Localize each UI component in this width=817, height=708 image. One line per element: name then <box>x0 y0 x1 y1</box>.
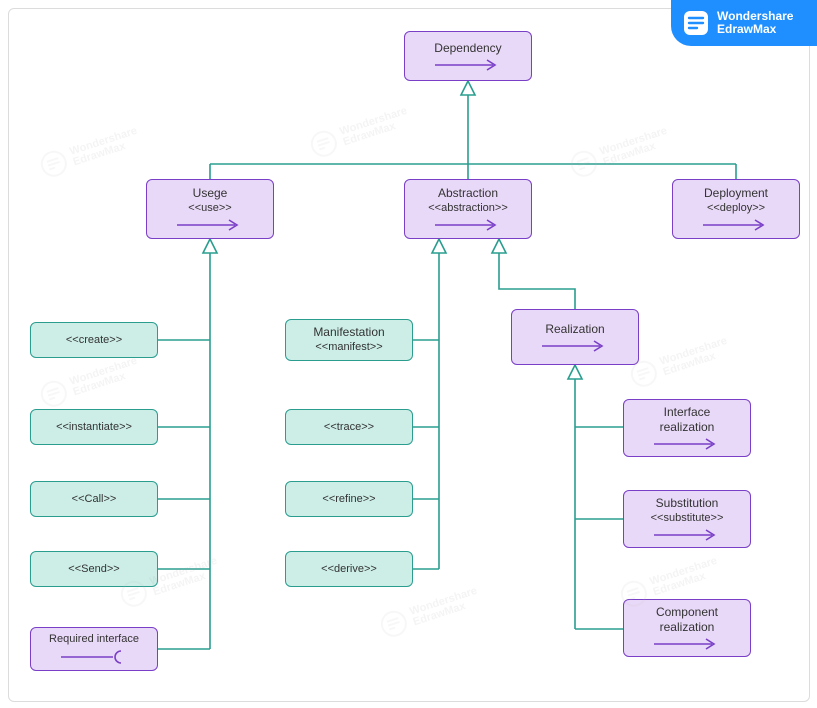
node-stereo: <<deploy>> <box>707 202 765 216</box>
node-instantiate[interactable]: <<instantiate>> <box>30 409 158 445</box>
brand-line2: EdrawMax <box>717 23 793 36</box>
node-stereo: <<refine>> <box>322 493 375 507</box>
node-stereo: <<manifest>> <box>315 341 382 355</box>
node-title: Usege <box>193 186 228 201</box>
node-stereo: <<trace>> <box>324 421 374 435</box>
arrow-solid-icon <box>175 218 245 232</box>
watermark-icon: WondershareEdrawMax <box>377 584 482 640</box>
watermark-icon: WondershareEdrawMax <box>37 124 142 180</box>
node-stereo: <<use>> <box>188 202 231 216</box>
node-title: Required interface <box>49 633 139 647</box>
arrow-solid-icon <box>540 339 610 353</box>
node-title: Manifestation <box>313 325 384 340</box>
node-title: Realization <box>545 322 604 337</box>
node-call[interactable]: <<Call>> <box>30 481 158 517</box>
node-title: Deployment <box>704 186 768 201</box>
node-stereo: <<derive>> <box>321 563 377 577</box>
node-realization[interactable]: Realization <box>511 309 639 365</box>
node-trace[interactable]: <<trace>> <box>285 409 413 445</box>
arrow-solid-icon <box>433 58 503 72</box>
node-deployment[interactable]: Deployment <<deploy>> <box>672 179 800 239</box>
node-stereo: <<substitute>> <box>651 512 724 526</box>
node-stereo: <<abstraction>> <box>428 202 508 216</box>
node-stereo: <<create>> <box>66 334 122 348</box>
node-abstraction[interactable]: Abstraction <<abstraction>> <box>404 179 532 239</box>
required-interface-icon <box>59 649 129 665</box>
node-substitution[interactable]: Substitution <<substitute>> <box>623 490 751 548</box>
node-dependency[interactable]: Dependency <box>404 31 532 81</box>
node-derive[interactable]: <<derive>> <box>285 551 413 587</box>
node-manifestation[interactable]: Manifestation <<manifest>> <box>285 319 413 361</box>
brand-logo-icon <box>683 10 709 36</box>
diagram-canvas: Dependency Usege <<use>> Abstraction <<a… <box>8 8 810 702</box>
watermark-icon: WondershareEdrawMax <box>307 104 412 160</box>
node-stereo: <<Send>> <box>68 563 119 577</box>
arrow-solid-icon <box>652 528 722 542</box>
node-title: Dependency <box>434 41 501 56</box>
watermark-icon: WondershareEdrawMax <box>627 334 732 390</box>
node-title: Substitution <box>656 496 719 511</box>
node-title: Abstraction <box>438 186 498 201</box>
watermark-icon: WondershareEdrawMax <box>567 124 672 180</box>
arrow-solid-icon <box>652 437 722 451</box>
arrow-solid-icon <box>701 218 771 232</box>
watermark-icon: WondershareEdrawMax <box>37 354 142 410</box>
node-stereo: <<Call>> <box>72 493 117 507</box>
node-title: Interface realization <box>660 405 715 435</box>
arrow-solid-icon <box>652 637 722 651</box>
node-component-realization[interactable]: Component realization <box>623 599 751 657</box>
node-refine[interactable]: <<refine>> <box>285 481 413 517</box>
node-usage[interactable]: Usege <<use>> <box>146 179 274 239</box>
arrow-solid-icon <box>433 218 503 232</box>
node-send[interactable]: <<Send>> <box>30 551 158 587</box>
node-create[interactable]: <<create>> <box>30 322 158 358</box>
node-title: Component realization <box>656 605 718 635</box>
node-interface-realization[interactable]: Interface realization <box>623 399 751 457</box>
node-stereo: <<instantiate>> <box>56 421 132 435</box>
node-required-interface[interactable]: Required interface <box>30 627 158 671</box>
brand-badge: Wondershare EdrawMax <box>671 0 817 46</box>
